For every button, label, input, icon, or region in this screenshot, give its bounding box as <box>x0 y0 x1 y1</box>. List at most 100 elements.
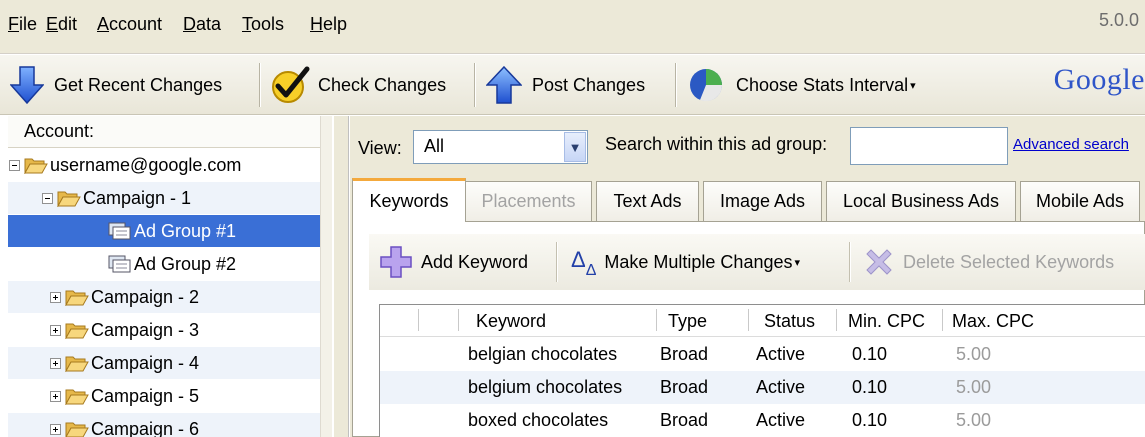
column-header-min-cpc[interactable]: Min. CPC <box>848 311 925 332</box>
dropdown-caret-icon: ▾ <box>794 256 801 269</box>
tree-ad-group-2[interactable]: Ad Group #2 <box>8 248 320 280</box>
toolbar-divider <box>556 242 558 282</box>
toolbar-divider <box>849 242 851 282</box>
min-cpc-cell: 0.10 <box>852 377 888 397</box>
add-keyword-button[interactable]: Add Keyword <box>379 234 528 290</box>
table-row[interactable]: belgium chocolates Broad Active 0.10 5.0… <box>380 371 1145 404</box>
dropdown-caret-icon: ▾ <box>910 79 916 92</box>
tree-campaign-3[interactable]: Campaign - 3 <box>8 314 320 346</box>
check-changes-button[interactable]: Check Changes <box>270 61 446 109</box>
down-arrow-icon <box>10 66 44 105</box>
ad-group-icon <box>108 222 131 240</box>
menu-account[interactable]: Account <box>97 14 162 35</box>
expand-icon[interactable] <box>50 390 61 402</box>
checkmark-icon <box>272 66 310 103</box>
tree-campaign-1[interactable]: Campaign - 1 <box>8 182 320 214</box>
view-label: View: <box>358 138 402 158</box>
tree-campaign-4[interactable]: Campaign - 4 <box>8 347 320 379</box>
up-arrow-icon <box>486 65 522 104</box>
keywords-tab-content: Add Keyword ΔΔ Make Multiple Changes ▾ De… <box>352 221 1145 437</box>
keyword-cell: belgian chocolates <box>468 344 618 364</box>
get-recent-changes-button[interactable]: Get Recent Changes <box>10 61 222 109</box>
campaign-label: Campaign - 1 <box>83 187 192 208</box>
toolbar-divider <box>474 63 476 107</box>
tree-campaign-5[interactable]: Campaign - 5 <box>8 380 320 412</box>
expand-icon[interactable] <box>50 291 61 303</box>
keyword-cell: belgium chocolates <box>468 377 623 397</box>
column-divider <box>656 309 657 331</box>
expand-icon[interactable] <box>50 324 61 336</box>
tree-ad-group-1[interactable]: Ad Group #1 <box>8 215 320 247</box>
column-header-status[interactable]: Status <box>764 311 815 332</box>
expand-icon[interactable] <box>50 423 61 435</box>
pie-chart-icon <box>690 69 723 102</box>
choose-stats-interval-dropdown[interactable]: Choose Stats Interval ▾ <box>688 61 916 109</box>
status-cell: Active <box>756 377 806 397</box>
column-header-type[interactable]: Type <box>668 311 707 332</box>
search-input[interactable] <box>850 127 1008 165</box>
account-tree-panel: Account: username@google.com Campaign - … <box>0 116 332 437</box>
delete-selected-keywords-button[interactable]: Delete Selected Keywords <box>863 234 1114 290</box>
tree-campaign-2[interactable]: Campaign - 2 <box>8 281 320 313</box>
max-cpc-cell[interactable]: 5.00 <box>956 410 991 431</box>
status-cell: Active <box>756 344 806 364</box>
max-cpc-cell[interactable]: 5.00 <box>956 344 991 365</box>
column-divider <box>836 309 837 331</box>
chevron-down-icon[interactable]: ▼ <box>564 132 586 162</box>
status-cell: Active <box>756 410 806 430</box>
collapse-icon[interactable] <box>42 192 53 204</box>
plus-icon <box>380 246 412 278</box>
column-header-max-cpc[interactable]: Max. CPC <box>952 311 1034 332</box>
min-cpc-cell: 0.10 <box>852 410 888 430</box>
tree-campaign-6[interactable]: Campaign - 6 <box>8 413 320 437</box>
campaign-label: Campaign - 4 <box>91 352 200 373</box>
tab-text-ads[interactable]: Text Ads <box>596 181 699 221</box>
tree-scrollbar[interactable] <box>320 116 332 437</box>
menu-help[interactable]: Help <box>310 14 347 35</box>
collapse-icon[interactable] <box>9 159 20 171</box>
table-row[interactable]: belgian chocolates Broad Active 0.10 5.0… <box>380 338 1145 371</box>
tab-image-ads[interactable]: Image Ads <box>703 181 822 221</box>
menu-data[interactable]: Data <box>183 14 221 35</box>
menu-bar: File Edit Account Data Tools Help 5.0.0 <box>0 0 1145 54</box>
type-cell: Broad <box>660 410 709 430</box>
version-label: 5.0.0 <box>1098 10 1139 30</box>
tab-mobile-ads[interactable]: Mobile Ads <box>1020 181 1140 221</box>
keyword-cell: boxed chocolates <box>468 410 609 430</box>
menu-tools[interactable]: Tools <box>242 14 284 35</box>
delta-icon: ΔΔ <box>571 247 597 279</box>
main-toolbar: Get Recent Changes Check Changes Post Ch… <box>0 55 1145 115</box>
account-email: username@google.com <box>50 154 242 175</box>
expand-icon[interactable] <box>50 357 61 369</box>
folder-open-icon <box>57 191 81 207</box>
table-row[interactable]: boxed chocolates Broad Active 0.10 5.00 <box>380 404 1145 437</box>
google-logo: Google <box>1053 63 1145 96</box>
column-header-keyword[interactable]: Keyword <box>476 311 546 332</box>
advanced-search-link[interactable]: Advanced search <box>1013 136 1129 153</box>
tab-local-business-ads[interactable]: Local Business Ads <box>826 181 1016 221</box>
account-header: Account: <box>8 116 320 148</box>
ad-group-panel: View: All ▼ Search within this ad group:… <box>350 116 1145 437</box>
toolbar-divider <box>675 63 677 107</box>
campaign-label: Campaign - 6 <box>91 418 200 437</box>
delete-x-icon <box>866 249 892 275</box>
toolbar-divider <box>259 63 261 107</box>
folder-open-icon <box>65 422 89 437</box>
post-changes-button[interactable]: Post Changes <box>486 61 645 109</box>
tab-placements[interactable]: Placements <box>465 181 592 221</box>
folder-open-icon <box>65 290 89 306</box>
pane-splitter[interactable] <box>333 116 349 437</box>
ad-group-label: Ad Group #1 <box>134 220 237 241</box>
make-multiple-changes-dropdown[interactable]: ΔΔ Make Multiple Changes ▾ <box>571 234 800 290</box>
tree-account[interactable]: username@google.com <box>8 149 320 181</box>
search-label: Search within this ad group: <box>605 134 828 154</box>
type-cell: Broad <box>660 377 709 397</box>
keyword-toolbar: Add Keyword ΔΔ Make Multiple Changes ▾ De… <box>369 234 1145 290</box>
view-select[interactable]: All ▼ <box>413 130 588 164</box>
tab-keywords[interactable]: Keywords <box>352 178 466 222</box>
menu-edit[interactable]: Edit <box>46 14 77 35</box>
max-cpc-cell[interactable]: 5.00 <box>956 377 991 398</box>
menu-file[interactable]: File <box>8 14 37 35</box>
folder-open-icon <box>24 158 48 174</box>
campaign-label: Campaign - 5 <box>91 385 200 406</box>
